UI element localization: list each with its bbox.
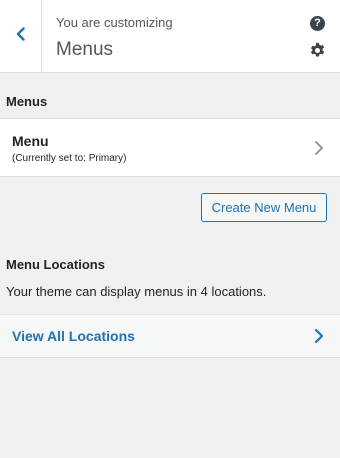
header-text: You are customizing Menus xyxy=(56,15,173,61)
back-button[interactable] xyxy=(0,0,42,72)
gear-icon xyxy=(310,42,325,57)
view-all-locations-label: View All Locations xyxy=(12,328,135,344)
chevron-right-icon xyxy=(315,141,323,155)
customizer-panel: You are customizing Menus ? Menus Menu (… xyxy=(0,0,340,458)
chevron-right-icon xyxy=(314,328,324,344)
customizer-header: You are customizing Menus ? xyxy=(0,0,340,73)
create-new-menu-button[interactable]: Create New Menu xyxy=(201,193,327,222)
menu-item-status: (Currently set to: Primary) xyxy=(12,153,127,164)
menu-locations-heading: Menu Locations xyxy=(6,257,105,272)
help-button[interactable]: ? xyxy=(310,16,325,31)
header-subtitle: You are customizing xyxy=(56,15,173,30)
page-title: Menus xyxy=(56,39,114,60)
view-all-locations-link[interactable]: View All Locations xyxy=(0,314,340,358)
menu-locations-description: Your theme can display menus in 4 locati… xyxy=(6,284,267,299)
menus-section-heading: Menus xyxy=(6,94,48,109)
settings-button[interactable] xyxy=(309,42,326,59)
menu-item-name: Menu xyxy=(12,133,49,149)
chevron-left-icon xyxy=(14,26,28,46)
menu-item-primary[interactable]: Menu (Currently set to: Primary) xyxy=(0,118,340,177)
help-icon: ? xyxy=(314,17,321,29)
